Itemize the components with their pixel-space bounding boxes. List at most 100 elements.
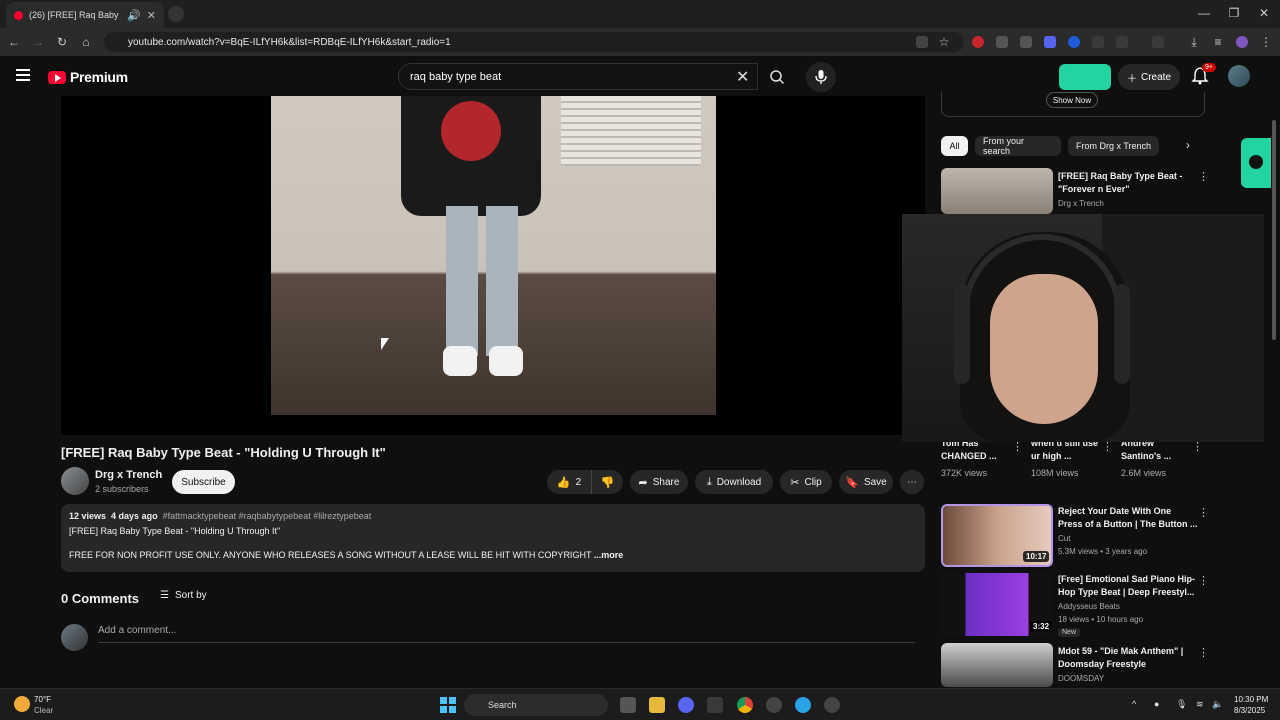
- chip-all[interactable]: All: [941, 136, 968, 156]
- windows-start-icon[interactable]: [440, 697, 456, 713]
- extensions-puzzle-icon[interactable]: [1116, 36, 1128, 48]
- more-actions-button[interactable]: ⋯: [900, 470, 924, 494]
- description-text: FREE FOR NON PROFIT USE ONLY. ANYONE WHO…: [69, 550, 592, 560]
- related-thumbnail[interactable]: [941, 643, 1053, 687]
- related-menu-icon[interactable]: ⋮: [1198, 506, 1209, 519]
- back-icon[interactable]: ←: [6, 34, 22, 50]
- hamburger-menu-icon[interactable]: [16, 69, 30, 81]
- mic-tray-icon[interactable]: 🎙: [1176, 699, 1187, 710]
- media-icon[interactable]: ≡: [1210, 34, 1226, 50]
- related-title[interactable]: Mdot 59 - "Die Mak Anthem" | Doomsday Fr…: [1058, 645, 1198, 671]
- related-menu-icon[interactable]: ⋮: [1198, 646, 1209, 659]
- search-input[interactable]: raq baby type beat: [398, 63, 758, 90]
- url-bar[interactable]: youtube.com/watch?v=BqE-ILfYH6k&list=RDB…: [104, 32, 964, 52]
- hashtags[interactable]: #fattmacktypebeat #raqbabytypebeat #lilr…: [163, 511, 372, 521]
- volume-icon[interactable]: 🔈: [1212, 699, 1223, 710]
- subscribe-button[interactable]: Subscribe: [172, 470, 235, 494]
- voice-search-button[interactable]: [806, 62, 836, 92]
- tray-app-icon[interactable]: ●: [1154, 699, 1159, 709]
- related-title[interactable]: [Free] Emotional Sad Piano Hip-Hop Type …: [1058, 573, 1198, 599]
- share-button[interactable]: ➦ Share: [630, 470, 688, 494]
- discord-icon[interactable]: [678, 697, 694, 713]
- thumbs-up-icon: 👍: [556, 476, 571, 489]
- related-menu-icon[interactable]: ⋮: [1198, 574, 1209, 587]
- maximize-icon[interactable]: ❐: [1218, 6, 1250, 20]
- extension-icon[interactable]: [996, 36, 1008, 48]
- scrollbar-thumb[interactable]: [1272, 120, 1276, 340]
- related-meta: 5.3M views • 3 years ago: [1058, 547, 1148, 556]
- download-label: Download: [716, 476, 762, 488]
- app-icon[interactable]: [766, 697, 782, 713]
- video-frame: [271, 96, 716, 415]
- task-view-icon[interactable]: [620, 697, 636, 713]
- related-menu-icon[interactable]: ⋮: [1198, 170, 1209, 183]
- tray-chevron-icon[interactable]: ^: [1132, 699, 1136, 709]
- file-explorer-icon[interactable]: [649, 697, 665, 713]
- clear-search-icon[interactable]: ✕: [736, 67, 749, 87]
- home-icon[interactable]: ⌂: [78, 34, 94, 50]
- related-channel[interactable]: Addysseus Beats: [1058, 602, 1120, 611]
- save-button[interactable]: 🔖 Save: [839, 470, 893, 494]
- extension-icon[interactable]: [1068, 36, 1080, 48]
- store-icon[interactable]: [707, 697, 723, 713]
- new-tab-button[interactable]: [168, 6, 184, 22]
- youtube-premium-logo[interactable]: Premium: [48, 69, 128, 85]
- extension-button[interactable]: [1059, 64, 1111, 90]
- channel-avatar[interactable]: [61, 467, 89, 495]
- window-close-icon[interactable]: ✕: [1248, 6, 1280, 20]
- related-channel: Drg x Trench: [1058, 199, 1104, 208]
- clip-button[interactable]: ✂ Clip: [780, 470, 832, 494]
- related-channel[interactable]: DOOMSDAY: [1058, 674, 1104, 683]
- description-box[interactable]: 12 views 4 days ago #fattmacktypebeat #r…: [61, 504, 925, 572]
- extension-icon[interactable]: [1092, 36, 1104, 48]
- download-button[interactable]: ⤓ Download: [695, 470, 773, 494]
- profile-avatar[interactable]: [1236, 36, 1248, 48]
- chevron-right-icon[interactable]: ›: [1186, 138, 1190, 152]
- show-more-link[interactable]: ...more: [594, 550, 624, 560]
- bookmark-star-icon[interactable]: ☆: [936, 34, 952, 50]
- related-title[interactable]: Reject Your Date With One Press of a But…: [1058, 505, 1198, 531]
- sort-button[interactable]: ☰ Sort by: [160, 590, 207, 601]
- dislike-button[interactable]: 👎: [591, 470, 623, 494]
- weather-icon[interactable]: [14, 696, 30, 712]
- extension-icon[interactable]: [1020, 36, 1032, 48]
- comment-input[interactable]: Add a comment...: [98, 625, 915, 643]
- media-player-icon[interactable]: [824, 697, 840, 713]
- install-icon[interactable]: [916, 36, 928, 48]
- related-thumbnail[interactable]: [941, 168, 1053, 214]
- extension-icon[interactable]: [1044, 36, 1056, 48]
- channel-name[interactable]: Drg x Trench: [95, 469, 162, 481]
- video-player[interactable]: [61, 96, 925, 435]
- minimize-icon[interactable]: —: [1188, 6, 1220, 20]
- create-button[interactable]: ＋ Create: [1118, 64, 1180, 90]
- related-title[interactable]: [FREE] Raq Baby Type Beat - "Forever n E…: [1058, 170, 1198, 196]
- headphone-earcup: [954, 284, 970, 384]
- view-count: 12 views: [69, 511, 107, 521]
- taskbar-search-label: Search: [488, 700, 517, 710]
- chrome-icon[interactable]: [737, 697, 753, 713]
- video-person-jeans: [446, 206, 478, 356]
- browser-tab[interactable]: (26) [FREE] Raq Baby Type 🔊 ✕: [6, 2, 164, 28]
- chip-from-channel[interactable]: From Drg x Trench: [1068, 136, 1159, 156]
- download-icon[interactable]: ⤓: [1186, 34, 1202, 50]
- account-avatar[interactable]: [1228, 65, 1250, 87]
- related-channel[interactable]: Cut: [1058, 534, 1070, 543]
- clock-time[interactable]: 10:30 PM: [1234, 695, 1268, 704]
- clock-date[interactable]: 8/3/2025: [1234, 706, 1265, 715]
- extension-icon[interactable]: [972, 36, 984, 48]
- short-views: 2.6M views: [1121, 468, 1167, 478]
- menu-kebab-icon[interactable]: ⋮: [1258, 34, 1274, 50]
- show-now-button[interactable]: Show Now: [1046, 92, 1098, 108]
- audio-icon[interactable]: 🔊: [127, 9, 141, 22]
- chip-from-search[interactable]: From your search: [975, 136, 1061, 156]
- search-button[interactable]: [758, 63, 796, 90]
- taskbar-search[interactable]: Search: [464, 694, 608, 716]
- wifi-icon[interactable]: ≋: [1196, 699, 1204, 710]
- reload-icon[interactable]: ↻: [54, 34, 70, 50]
- sidepanel-icon[interactable]: [1152, 36, 1164, 48]
- forward-icon[interactable]: →: [30, 34, 46, 50]
- tab-close-icon[interactable]: ✕: [147, 9, 156, 22]
- like-button[interactable]: 👍 2: [547, 470, 591, 494]
- app-icon[interactable]: [795, 697, 811, 713]
- extension-side-badge[interactable]: [1241, 138, 1271, 188]
